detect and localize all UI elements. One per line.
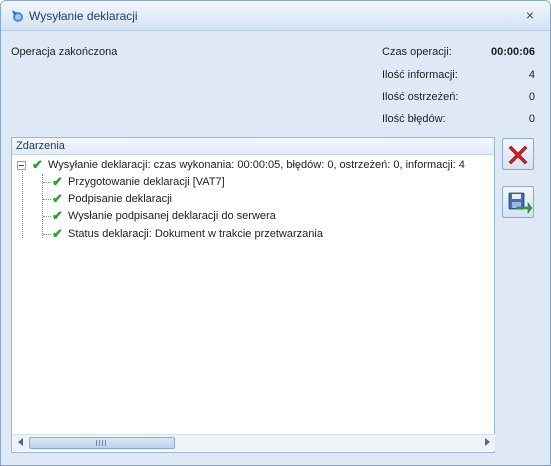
red-x-icon	[508, 145, 528, 165]
error-count-label: Ilość błędów:	[382, 113, 446, 125]
events-header: Zdarzenia	[12, 138, 494, 155]
success-check-icon: ✔	[32, 157, 43, 172]
operation-status: Operacja zakończona	[11, 46, 118, 58]
cancel-button[interactable]	[502, 138, 534, 170]
tree-item[interactable]: Status deklaracji: Dokument w trakcie pr…	[68, 226, 323, 242]
elapsed-time-value: 00:00:06	[490, 46, 535, 58]
collapse-toggle[interactable]	[17, 161, 26, 170]
tree-connector	[42, 174, 43, 238]
elapsed-time-label: Czas operacji:	[382, 46, 452, 58]
dialog-body: Operacja zakończona Czas operacji: 00:00…	[2, 32, 549, 465]
success-check-icon: ✔	[52, 174, 63, 189]
tree-connector	[43, 199, 51, 200]
scroll-right-icon[interactable]	[485, 438, 490, 446]
success-check-icon: ✔	[52, 226, 63, 241]
dialog-window: Wysyłanie deklaracji × Operacja zakończo…	[0, 0, 551, 466]
close-button[interactable]: ×	[522, 7, 538, 23]
success-check-icon: ✔	[52, 191, 63, 206]
error-count-value: 0	[528, 113, 535, 125]
info-count-value: 4	[528, 69, 535, 81]
tree-connector	[43, 182, 51, 183]
tree-item[interactable]: Podpisanie deklaracji	[68, 191, 172, 207]
app-icon	[12, 10, 23, 22]
success-check-icon: ✔	[52, 208, 63, 223]
window-title: Wysyłanie deklaracji	[29, 9, 138, 23]
tree-root-item[interactable]: Wysyłanie deklaracji: czas wykonania: 00…	[48, 157, 465, 173]
tree-connector	[22, 166, 23, 238]
scroll-left-icon[interactable]	[18, 438, 23, 446]
events-panel: Zdarzenia ✔ Wysyłanie deklaracji: czas w…	[11, 137, 495, 453]
title-bar[interactable]: Wysyłanie deklaracji ×	[1, 1, 550, 31]
save-button[interactable]	[502, 186, 534, 218]
horizontal-scrollbar[interactable]	[13, 434, 495, 451]
grip-icon	[96, 440, 107, 446]
tree-item[interactable]: Przygotowanie deklaracji [VAT7]	[68, 174, 225, 190]
floppy-save-icon	[508, 192, 533, 214]
warning-count-label: Ilość ostrzeżeń:	[382, 91, 459, 103]
scrollbar-thumb[interactable]	[29, 437, 175, 449]
info-count-label: Ilość informacji:	[382, 69, 458, 81]
tree-connector	[43, 234, 51, 235]
tree-connector	[43, 216, 51, 217]
tree-item[interactable]: Wysłanie podpisanej deklaracji do serwer…	[68, 208, 276, 224]
warning-count-value: 0	[528, 91, 535, 103]
